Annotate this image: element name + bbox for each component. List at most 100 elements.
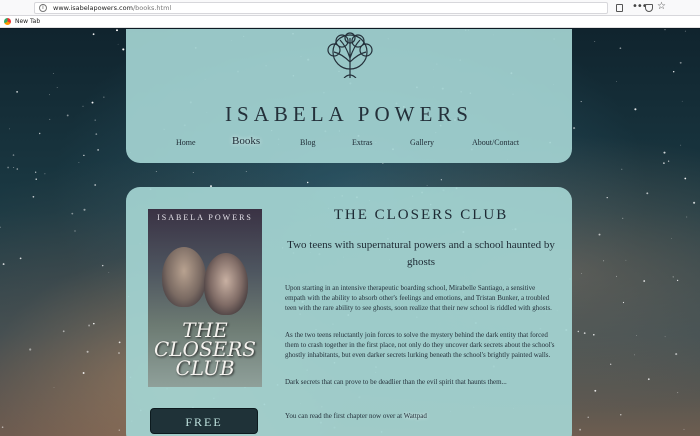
star <box>91 101 94 104</box>
star <box>634 354 635 356</box>
bookmarks-bar: New Tab <box>0 16 700 28</box>
star <box>192 171 194 174</box>
star <box>686 216 688 218</box>
bookmark-new-tab[interactable]: New Tab <box>15 18 40 25</box>
site-title: ISABELA POWERS <box>225 102 473 126</box>
free-button[interactable]: FREE <box>150 408 258 434</box>
star <box>71 212 74 215</box>
star <box>675 353 678 356</box>
star <box>35 171 37 173</box>
star <box>616 275 618 277</box>
star <box>245 171 247 172</box>
star <box>92 33 95 36</box>
star <box>12 154 15 156</box>
star <box>671 238 672 239</box>
star <box>83 208 86 211</box>
star <box>1 426 4 429</box>
star <box>684 177 687 180</box>
star <box>44 173 46 175</box>
wattpad-link[interactable]: Wattpad <box>404 412 427 420</box>
star <box>664 336 666 338</box>
star <box>118 341 121 344</box>
star <box>116 29 118 32</box>
star <box>643 280 646 282</box>
star <box>117 43 119 45</box>
star <box>625 259 627 261</box>
synopsis-paragraph: Dark secrets that can prove to be deadli… <box>285 378 507 386</box>
chapter-text: You can read the first chapter now over … <box>285 412 404 420</box>
star <box>677 392 679 394</box>
star <box>680 144 682 146</box>
star <box>580 101 582 103</box>
star <box>679 61 682 64</box>
star <box>581 273 582 274</box>
star <box>155 171 157 172</box>
star <box>56 87 58 88</box>
cover-title-line: CLUB <box>175 356 235 380</box>
star <box>667 160 670 162</box>
star <box>118 429 120 431</box>
star <box>646 192 649 195</box>
star <box>693 201 696 204</box>
star <box>593 333 595 336</box>
nav-about-contact[interactable]: About/Contact <box>472 138 519 147</box>
nav-extras[interactable]: Extras <box>352 138 372 147</box>
book-title: THE CLOSERS CLUB <box>333 207 509 223</box>
star <box>619 47 622 50</box>
star <box>78 162 80 163</box>
star <box>35 178 37 180</box>
book-cover[interactable]: ISABELA POWERS THE CLOSERS CLUB <box>148 209 262 387</box>
main-nav: Home Books Blog Extras Gallery About/Con… <box>126 135 572 151</box>
star <box>94 184 97 186</box>
address-bar[interactable]: i www.isabelapowers.com/books.html <box>34 2 608 14</box>
star <box>19 257 22 260</box>
url-path: /books.html <box>132 4 172 12</box>
star <box>2 263 5 266</box>
star <box>53 387 55 388</box>
star <box>39 132 41 135</box>
cover-girl-figure <box>204 253 248 315</box>
pocket-icon[interactable] <box>645 4 653 12</box>
star <box>587 416 589 418</box>
star <box>103 96 105 98</box>
nav-home[interactable]: Home <box>176 138 196 147</box>
star <box>95 133 98 135</box>
nav-blog[interactable]: Blog <box>300 138 316 147</box>
header-panel: ISABELA POWERS Home Books Blog Extras Ga… <box>126 29 572 163</box>
star <box>672 276 674 278</box>
nav-gallery[interactable]: Gallery <box>410 138 434 147</box>
star <box>577 330 580 333</box>
star <box>382 163 384 164</box>
star <box>622 301 625 304</box>
page-background: ISABELA POWERS Home Books Blog Extras Ga… <box>0 29 700 436</box>
star <box>93 322 95 325</box>
star <box>7 166 9 169</box>
star <box>606 196 608 199</box>
star <box>52 73 54 75</box>
nav-books[interactable]: Books <box>232 135 260 147</box>
star <box>579 428 582 431</box>
star <box>86 350 89 353</box>
star <box>62 330 65 333</box>
star <box>598 233 601 236</box>
star <box>676 279 679 282</box>
synopsis-paragraph: As the two teens reluctantly join forces… <box>285 331 555 360</box>
url-text[interactable]: www.isabelapowers.com/books.html <box>53 4 171 12</box>
cover-author: ISABELA POWERS <box>157 213 253 222</box>
star <box>82 372 85 374</box>
bookmark-star-icon[interactable]: ☆ <box>657 1 666 12</box>
star <box>0 226 1 228</box>
book-panel: ISABELA POWERS THE CLOSERS CLUB THE CLOS… <box>126 187 572 436</box>
star <box>610 363 612 365</box>
star <box>440 179 442 181</box>
star <box>74 230 76 232</box>
star <box>306 181 309 184</box>
star <box>663 162 665 164</box>
star <box>101 264 104 267</box>
star <box>673 71 675 73</box>
star <box>681 100 683 102</box>
star <box>583 332 586 334</box>
star <box>647 378 650 381</box>
info-icon[interactable]: i <box>39 4 47 12</box>
reader-view-icon[interactable] <box>616 4 623 12</box>
